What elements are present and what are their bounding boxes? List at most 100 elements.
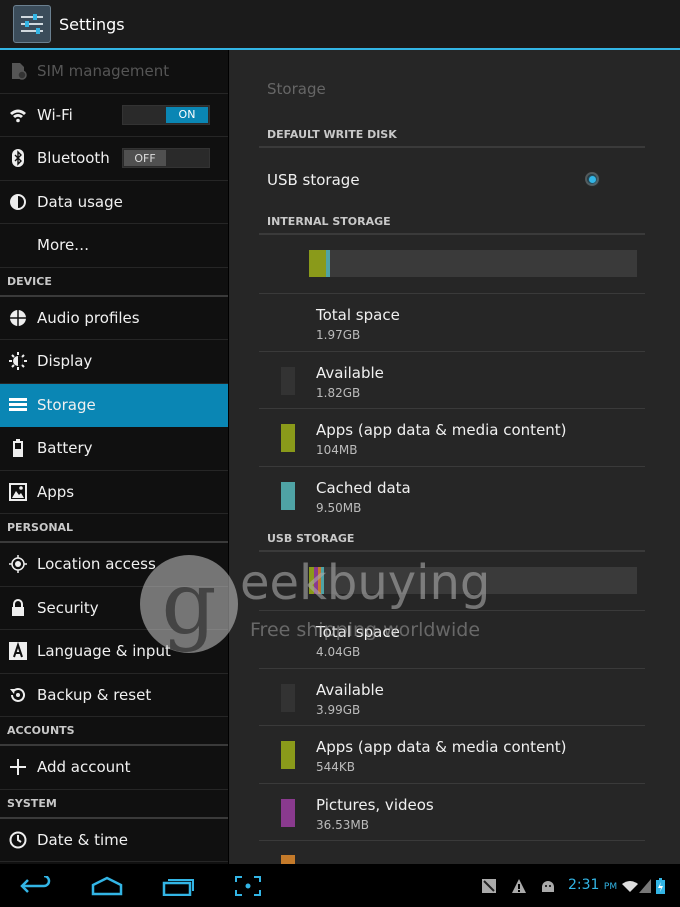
internal-cached-data-row[interactable]: Cached data 9.50MB [259, 467, 645, 525]
row-value: 1.82GB [316, 385, 361, 400]
radio-selected-dot [588, 175, 596, 183]
status-clock[interactable]: 2:31 PM [568, 877, 617, 893]
usb-pictures-videos-row[interactable]: Pictures, videos 36.53MB [259, 784, 645, 841]
default-write-disk-usb-option[interactable]: USB storage [267, 167, 647, 193]
storage-icon [8, 395, 28, 415]
back-button[interactable] [18, 872, 54, 900]
internal-available-row[interactable]: Available 1.82GB [259, 352, 645, 409]
recent-apps-icon [162, 879, 194, 896]
display-icon [8, 351, 28, 371]
nav-label: Location access [37, 555, 156, 574]
recent-apps-button[interactable] [160, 872, 196, 900]
nav-item-location-access[interactable]: Location access [0, 543, 228, 587]
back-icon [20, 876, 51, 893]
row-title: Cached data [316, 478, 411, 497]
nav-label: Language & input [37, 642, 171, 661]
signal-icon [638, 872, 652, 900]
row-value: 9.50MB [316, 500, 362, 515]
usb-audio-row-partial[interactable] [259, 841, 645, 864]
lock-icon [8, 598, 28, 618]
usage-segment-apps [309, 250, 326, 277]
nav-label: Backup & reset [37, 685, 152, 704]
battery-icon [8, 438, 28, 458]
nav-item-battery[interactable]: Battery [0, 427, 228, 471]
section-header-personal: PERSONAL [0, 514, 228, 543]
usage-segment-cached [326, 250, 330, 277]
home-button[interactable] [88, 872, 126, 900]
nav-label: SIM management [37, 62, 170, 81]
row-title: Pictures, videos [316, 795, 434, 814]
nav-label: Date & time [37, 830, 128, 849]
storage-detail-pane: Storage DEFAULT WRITE DISK USB storage I… [229, 50, 680, 864]
usb-usage-bar-row [259, 553, 645, 611]
screenshot-notification-icon[interactable] [480, 872, 498, 900]
home-icon [91, 876, 123, 896]
android-debug-icon[interactable] [538, 872, 558, 900]
nav-item-wifi[interactable]: Wi-Fi ON [0, 94, 228, 137]
sim-icon [8, 61, 28, 81]
nav-item-sim-management[interactable]: SIM management [0, 50, 228, 94]
section-header-usb-storage: USB STORAGE [259, 532, 645, 552]
nav-item-display[interactable]: Display [0, 340, 228, 384]
nav-item-audio-profiles[interactable]: Audio profiles [0, 297, 228, 340]
nav-item-apps[interactable]: Apps [0, 471, 228, 514]
settings-app-icon[interactable] [13, 5, 51, 43]
cached-swatch [281, 481, 295, 510]
wifi-status-icon [620, 872, 640, 900]
bluetooth-toggle[interactable]: OFF [122, 148, 210, 168]
usb-available-row[interactable]: Available 3.99GB [259, 669, 645, 726]
nav-item-more[interactable]: More… [0, 224, 228, 268]
warning-icon[interactable] [510, 872, 528, 900]
usb-total-space-row[interactable]: Total space 4.04GB [259, 611, 645, 669]
nav-label: Apps [37, 482, 75, 501]
wifi-icon [8, 105, 28, 125]
nav-item-security[interactable]: Security [0, 587, 228, 630]
action-bar: Settings [0, 0, 680, 50]
nav-item-add-account[interactable]: Add account [0, 746, 228, 790]
nav-label: Add account [37, 758, 131, 777]
nav-item-date-time[interactable]: Date & time [0, 819, 228, 862]
row-title: Total space [316, 306, 400, 324]
nav-item-language-input[interactable]: Language & input [0, 630, 228, 674]
row-value: 36.53MB [316, 817, 369, 832]
nav-label: Storage [37, 395, 96, 414]
usb-storage-radio[interactable] [585, 172, 599, 186]
data-usage-icon [8, 192, 28, 212]
screenshot-button[interactable] [232, 872, 264, 900]
section-header-accounts: ACCOUNTS [0, 717, 228, 746]
section-header-default-write-disk: DEFAULT WRITE DISK [259, 128, 645, 148]
nav-item-bluetooth[interactable]: Bluetooth OFF [0, 137, 228, 181]
row-value: 1.97GB [316, 328, 361, 342]
internal-total-space-row[interactable]: Total space 1.97GB [259, 294, 645, 352]
row-value: 4.04GB [316, 645, 361, 659]
nav-label: Security [37, 598, 99, 617]
available-swatch [281, 683, 295, 712]
nav-item-storage[interactable]: Storage [0, 383, 228, 427]
settings-nav: SIM management Wi-Fi ON Bluetooth OFF Da… [0, 50, 228, 864]
backup-icon [8, 685, 28, 705]
internal-apps-row[interactable]: Apps (app data & media content) 104MB [259, 409, 645, 467]
nav-label: More… [37, 236, 90, 255]
apps-icon [8, 482, 28, 502]
wifi-toggle[interactable]: ON [122, 104, 210, 125]
nav-label: Wi-Fi [37, 105, 73, 124]
nav-item-backup-reset[interactable]: Backup & reset [0, 674, 228, 717]
row-title: Available [316, 680, 384, 699]
nav-item-data-usage[interactable]: Data usage [0, 181, 228, 224]
row-value: 544KB [316, 760, 356, 774]
battery-status-icon [654, 872, 666, 900]
usb-usage-bar [309, 567, 637, 594]
section-header-device: DEVICE [0, 268, 228, 297]
nav-label: Display [37, 352, 93, 371]
app-title: Settings [59, 14, 125, 34]
row-title: Total space [316, 623, 400, 641]
clock-ampm: PM [603, 882, 618, 892]
usb-apps-row[interactable]: Apps (app data & media content) 544KB [259, 726, 645, 784]
usage-segment-cached [321, 567, 324, 594]
pictures-swatch [281, 798, 295, 827]
screenshot-icon [235, 876, 261, 896]
nav-label: Audio profiles [37, 308, 140, 327]
section-header-system: SYSTEM [0, 790, 228, 819]
toggle-knob: ON [166, 106, 208, 123]
row-title: Apps (app data & media content) [316, 738, 567, 756]
